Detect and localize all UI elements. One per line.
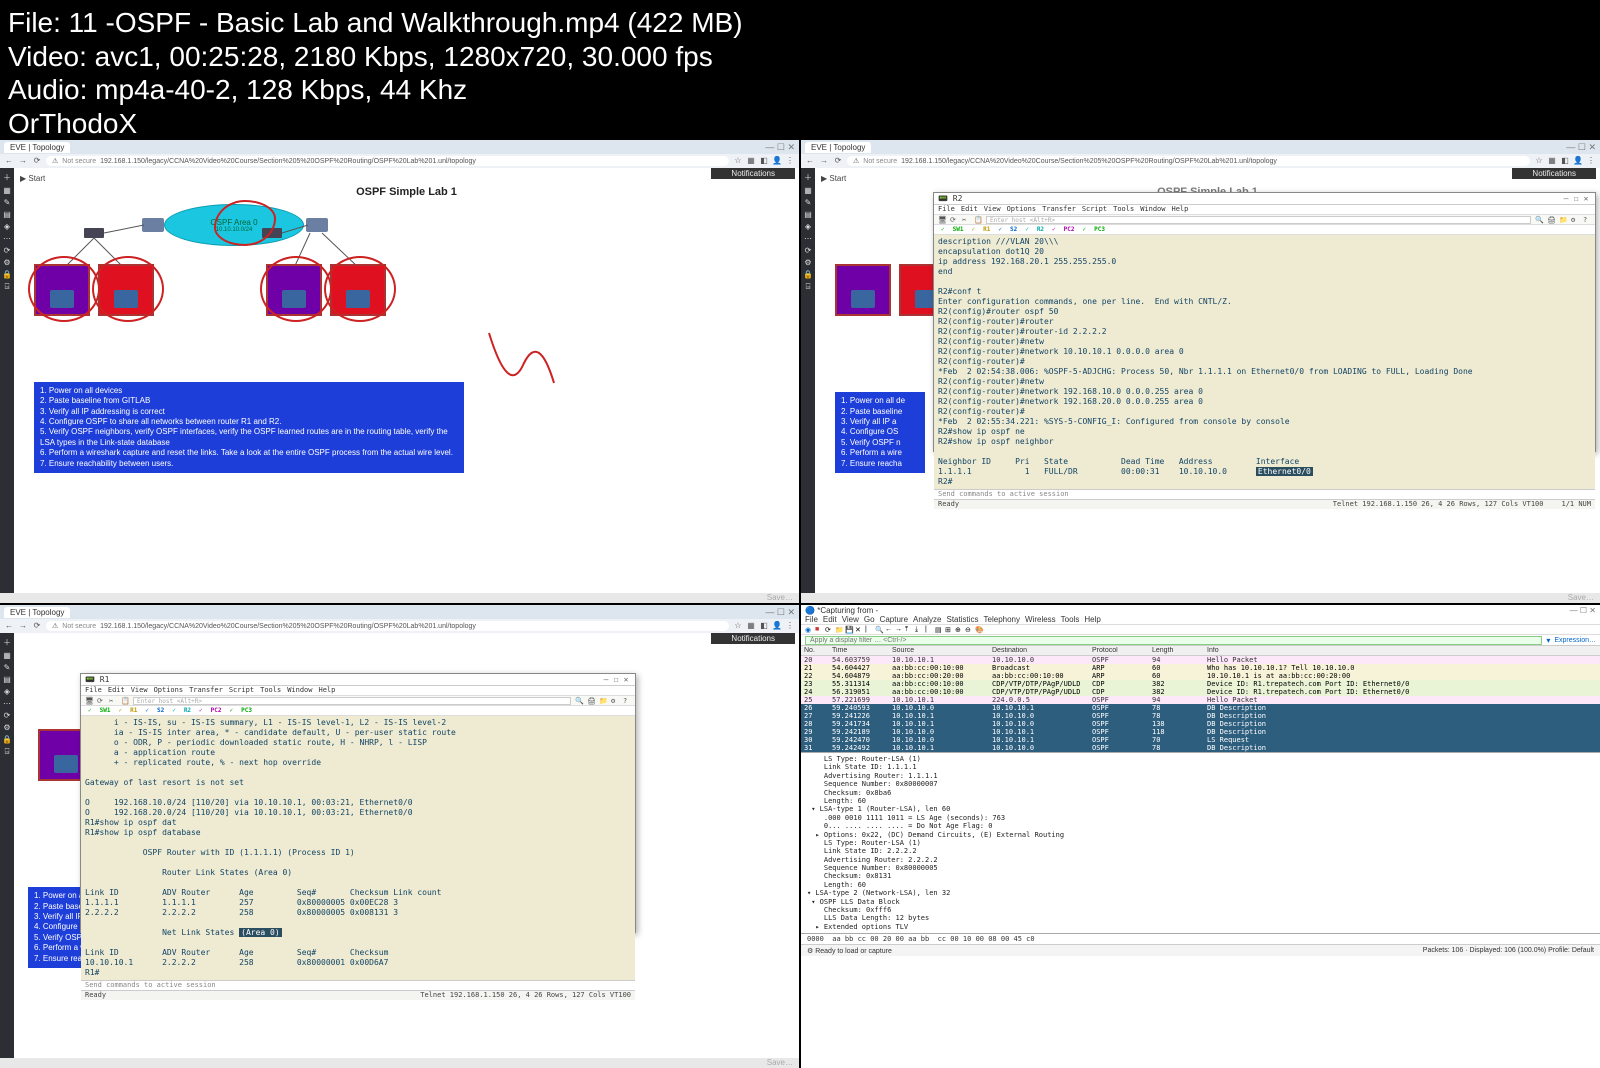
ws-filter-input[interactable] [805, 636, 1542, 645]
notifications-label[interactable]: Notifications [711, 168, 795, 179]
file-line: File: 11 -OSPF - Basic Lab and Walkthrou… [8, 6, 1592, 40]
start-button[interactable]: ▶ Start [20, 174, 45, 183]
lock-icon[interactable]: 🔒 [2, 270, 12, 279]
packet-row[interactable]: 2355.311314aa:bb:cc:00:10:00CDP/VTP/DTP/… [801, 680, 1600, 688]
warning-icon: ⚠ [52, 157, 58, 165]
eve-sidebar: ＋ ▦ ✎ ▤ ◈ ⋯ ⟳ ⚙ 🔒 ⍈ [0, 168, 14, 593]
video-line: Video: avc1, 00:25:28, 2180 Kbps, 1280x7… [8, 40, 1592, 74]
star-icon[interactable]: ☆ [733, 156, 743, 166]
pane-bottom-left: EVE | Topology— ☐ ✕ ←→⟳ ⚠Not secure192.1… [0, 605, 799, 1068]
pane-footer: Save… [0, 593, 799, 603]
terminal-r1-window[interactable]: 📟 R1—☐✕ FileEditViewOptionsTransferScrip… [80, 673, 636, 933]
term-quickbar[interactable]: ✓SW1✓R1✓S2✓R2✓PC2✓PC3 [934, 225, 1595, 235]
forward-icon[interactable]: → [819, 156, 829, 166]
reload-icon[interactable]: ⟳ [32, 156, 42, 166]
packet-row[interactable]: 2054.60375910.10.10.110.10.10.0OSPF94Hel… [801, 656, 1600, 664]
pane-bottom-right: 🔵 *Capturing from -— ☐ ✕ FileEditViewGoC… [801, 605, 1600, 1068]
back-icon[interactable]: ← [805, 156, 815, 166]
plus-icon[interactable]: ＋ [3, 172, 11, 183]
label-titleाषtitle: OSPF Simple Lab 1 [14, 186, 799, 198]
maximize-icon[interactable]: ☐ [1571, 194, 1581, 203]
switch-s1[interactable] [84, 228, 104, 238]
ctl-icon[interactable]: ◈ [4, 222, 10, 231]
browser-tab[interactable]: EVE | Topology [4, 142, 70, 153]
layer-icon[interactable]: ▤ [3, 210, 11, 219]
pane-top-right: EVE | Topology— ☐ ✕ ← → ⟳ ⚠Not secure192… [801, 140, 1600, 603]
term-title: R2 [953, 194, 963, 203]
ext-icon[interactable]: ▦ [746, 156, 756, 166]
url-input[interactable]: ⚠ Not secure 192.168.1.150/legacy/CCNA%2… [46, 156, 729, 166]
terminal-r2-window[interactable]: 📟 R2—☐✕ FileEditViewOptionsTransferScrip… [933, 192, 1596, 452]
packet-row[interactable]: 2154.604427aa:bb:cc:00:10:00BroadcastARP… [801, 664, 1600, 672]
router-r1[interactable] [142, 218, 164, 232]
packet-row[interactable]: 2456.319051aa:bb:cc:00:10:00CDP/VTP/DTP/… [801, 688, 1600, 696]
ws-toolbar[interactable]: ◉■⟳📁💾✕|🔍←→⤒⤓|▤⊞⊕⊖🎨 [801, 625, 1600, 635]
node-icon[interactable]: ▦ [3, 186, 11, 195]
menu-icon[interactable]: ⋮ [785, 156, 795, 166]
packet-row[interactable]: 2759.24122610.10.10.110.10.10.0OSPF78DB … [801, 712, 1600, 720]
forward-icon[interactable]: → [18, 156, 28, 166]
exit-icon[interactable]: ⍈ [5, 282, 10, 292]
router-r2[interactable] [306, 218, 328, 232]
audio-line: Audio: mp4a-40-2, 128 Kbps, 44 Khz [8, 73, 1592, 107]
ws-hex-pane[interactable]: 0000 aa bb cc 00 20 00 aa bb cc 00 10 00… [801, 933, 1600, 944]
packet-row[interactable]: 2659.24059310.10.10.010.10.10.1OSPF78DB … [801, 704, 1600, 712]
packet-row[interactable]: 3159.24249210.10.10.110.10.10.0OSPF78DB … [801, 744, 1600, 752]
ws-filter-bar[interactable]: ▾ Expression… [801, 635, 1600, 646]
packet-row[interactable]: 2557.22169910.10.10.1224.0.0.5OSPF94Hell… [801, 696, 1600, 704]
back-icon[interactable]: ← [4, 156, 14, 166]
topology-canvas[interactable]: Notifications ▶ Start OSPF Simple Lab 1 … [14, 168, 799, 593]
lab-steps-truncated: 1. Power on all de2. Paste baseline3. Ve… [835, 392, 925, 473]
tag-line: OrThodoX [8, 107, 1592, 141]
term-r2-output[interactable]: description ///VLAN 20\\\ encapsulation … [934, 235, 1595, 489]
packet-row[interactable]: 2859.24173410.10.10.110.10.10.0OSPF138DB… [801, 720, 1600, 728]
close-icon[interactable]: ✕ [1581, 194, 1591, 203]
pane-top-left: EVE | Topology — ☐ ✕ ← → ⟳ ⚠ Not secure … [0, 140, 799, 603]
ws-packet-list[interactable]: No.TimeSourceDestinationProtocolLengthIn… [801, 646, 1600, 752]
settings-icon[interactable]: ⚙ [3, 258, 10, 267]
packet-row[interactable]: 2254.604879aa:bb:cc:00:20:00aa:bb:cc:00:… [801, 672, 1600, 680]
minimize-icon[interactable]: — [1561, 194, 1571, 203]
ext2-icon[interactable]: ◧ [759, 156, 769, 166]
ws-statusbar: ⚙ Ready to load or capture Packets: 106 … [801, 944, 1600, 956]
refresh-icon[interactable]: ⟳ [4, 246, 11, 255]
avatar-icon[interactable]: 👤 [772, 156, 782, 166]
draw-icon[interactable]: ✎ [4, 198, 11, 207]
lab-steps-box: 1. Power on all devices2. Paste baseline… [34, 382, 464, 473]
browser-tabbar: EVE | Topology — ☐ ✕ [0, 140, 799, 154]
ws-expression-link[interactable]: Expression… [1554, 637, 1596, 644]
packet-row[interactable]: 3059.24247010.10.10.010.10.10.1OSPF70LS … [801, 736, 1600, 744]
term-menubar[interactable]: FileEditViewOptionsTransferScriptToolsWi… [934, 205, 1595, 215]
ws-details-pane[interactable]: LS Type: Router-LSA (1) Link State ID: 1… [801, 752, 1600, 933]
reload-icon[interactable]: ⟳ [833, 156, 843, 166]
ws-titlebar: 🔵 *Capturing from -— ☐ ✕ [801, 605, 1600, 615]
address-bar: ← → ⟳ ⚠ Not secure 192.168.1.150/legacy/… [0, 154, 799, 168]
term-r1-output[interactable]: i - IS-IS, su - IS-IS summary, L1 - IS-I… [81, 716, 635, 980]
term-sendbar[interactable]: Send commands to active session [934, 489, 1595, 499]
more-icon[interactable]: ⋯ [3, 234, 11, 243]
packet-row[interactable]: 2959.24218910.10.10.010.10.10.1OSPF118DB… [801, 728, 1600, 736]
ws-menubar[interactable]: FileEditViewGoCaptureAnalyzeStatisticsTe… [801, 615, 1600, 625]
